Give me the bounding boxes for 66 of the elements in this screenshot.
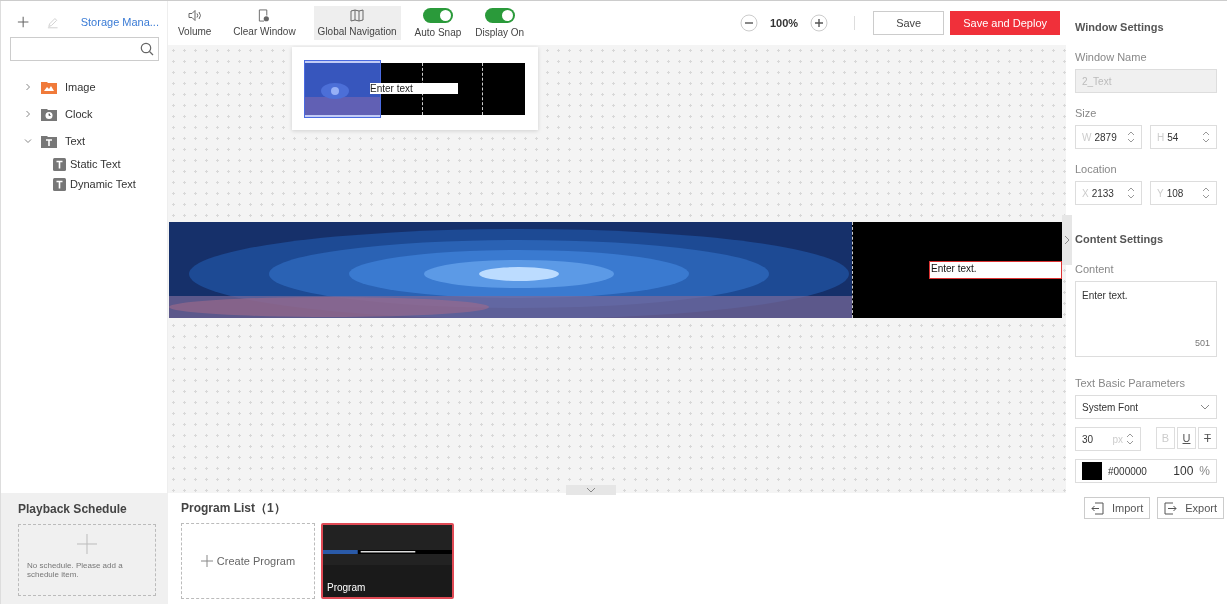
image-folder-icon	[41, 79, 57, 94]
section-title: Playback Schedule	[18, 501, 128, 518]
field-label: Content	[1075, 262, 1115, 277]
add-schedule-area[interactable]: No schedule. Please add a schedule item.	[18, 524, 156, 596]
chevron-icon	[1064, 235, 1070, 245]
field-label: Size	[1075, 106, 1098, 121]
action-button[interactable]: Save and Deploy	[950, 11, 1060, 35]
tree-item[interactable]: Dynamic Text	[70, 178, 136, 190]
clear-window-icon	[258, 9, 271, 22]
spinner-icon[interactable]	[1127, 131, 1135, 143]
section-title: Program List（1）	[181, 500, 286, 517]
text-icon	[53, 157, 66, 171]
field-label: Window Name	[1075, 50, 1148, 65]
section-title: Content Settings	[1075, 232, 1164, 247]
zoom-level: 100%	[770, 17, 799, 29]
program-card[interactable]: Program	[321, 523, 454, 599]
clock-folder-icon	[41, 106, 57, 121]
toggle-label: Auto Snap	[414, 27, 462, 38]
spinner-icon[interactable]	[1126, 433, 1134, 445]
navigator-text: Enter text	[370, 83, 458, 94]
section-title: Window Settings	[1075, 20, 1165, 35]
zoom-out-icon[interactable]	[740, 14, 758, 32]
plus-icon	[76, 533, 98, 555]
search-field[interactable]	[10, 37, 159, 61]
pencil-icon[interactable]	[47, 15, 59, 29]
zoom-in-icon[interactable]	[810, 14, 829, 32]
spinner-icon[interactable]	[1202, 187, 1210, 199]
spinner-icon[interactable]	[1127, 187, 1135, 199]
toggle-switch[interactable]	[422, 8, 453, 23]
field-label: Text Basic Parameters	[1075, 376, 1187, 391]
toolbar-button[interactable]: Export	[1157, 497, 1224, 519]
search-icon[interactable]	[140, 42, 154, 56]
toggle-label: Display On	[475, 27, 525, 38]
tree-item[interactable]: Static Text	[70, 158, 121, 170]
toolbar-button[interactable]: Global Navigation	[313, 6, 401, 40]
tree-item[interactable]: Clock	[65, 107, 93, 120]
toolbar-button[interactable]: Volume	[174, 6, 216, 40]
tree-item[interactable]: Text	[65, 134, 86, 147]
plus-icon	[200, 555, 213, 567]
content-field[interactable]: Enter text. 501	[1075, 281, 1217, 357]
import-icon	[1091, 501, 1104, 515]
tree-item[interactable]: Image	[65, 80, 96, 93]
toolbar-button[interactable]: Clear Window	[229, 6, 300, 40]
text-window[interactable]: Enter text.	[929, 261, 1062, 279]
font-dropdown[interactable]: System Font	[1075, 395, 1217, 419]
speaker-icon	[187, 9, 202, 22]
style-button[interactable]: T	[1198, 427, 1217, 449]
text-folder-icon	[41, 133, 57, 148]
style-button[interactable]: U	[1177, 427, 1196, 449]
text-icon	[53, 177, 66, 191]
toggle-switch[interactable]	[484, 8, 515, 23]
chevron-icon[interactable]	[23, 81, 33, 92]
caret-icon	[1200, 404, 1210, 410]
chevron-icon	[586, 487, 596, 493]
action-button[interactable]: Save	[873, 11, 945, 35]
export-icon	[1164, 501, 1178, 515]
toolbar-button[interactable]: Import	[1084, 497, 1151, 519]
field-label: Location	[1075, 162, 1118, 177]
map-icon	[350, 9, 365, 22]
chevron-icon[interactable]	[23, 108, 33, 119]
add-icon[interactable]	[17, 15, 30, 29]
spinner-icon[interactable]	[1202, 131, 1210, 143]
create-program-card[interactable]: Create Program	[181, 523, 315, 599]
color-swatch[interactable]	[1082, 462, 1102, 480]
storage-link[interactable]: Storage Mana...	[80, 16, 159, 28]
color-field[interactable]: #000000 100 %	[1075, 459, 1217, 483]
